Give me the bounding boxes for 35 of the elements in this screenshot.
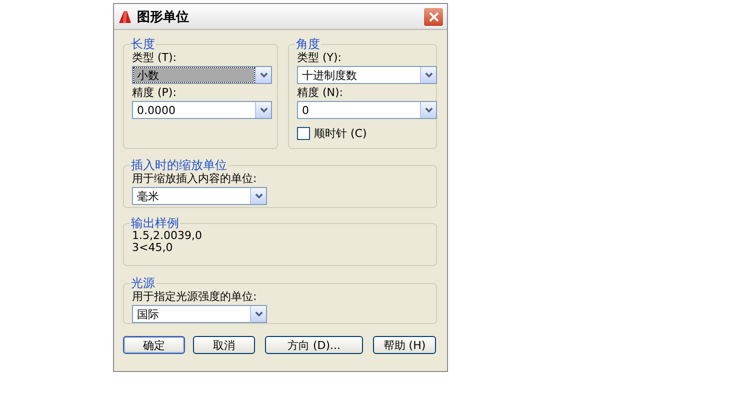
- group-title: 输出样例: [130, 216, 180, 230]
- group-title: 角度: [295, 37, 321, 51]
- group-title: 长度: [130, 37, 156, 51]
- caret-icon: [260, 72, 268, 78]
- close-icon: [428, 12, 438, 22]
- app-icon: [118, 10, 132, 24]
- dropdown-field[interactable]: 小数: [132, 66, 272, 84]
- field-label: 精度 (P):: [132, 86, 178, 100]
- field-label: 用于缩放插入内容的单位:: [132, 172, 258, 186]
- sample-text: 3<45,0: [132, 242, 174, 254]
- caret-icon: [424, 72, 432, 78]
- field-label: 类型 (T):: [132, 51, 178, 65]
- dialog-button[interactable]: 取消: [193, 336, 255, 354]
- sample-text: 1.5,2.0039,0: [132, 230, 203, 242]
- dropdown-field[interactable]: 十进制度数: [297, 66, 437, 84]
- caret-icon: [254, 311, 262, 317]
- dropdown-field[interactable]: 毫米: [132, 187, 267, 205]
- checkbox-label: 顺时针 (C): [314, 126, 367, 141]
- dropdown-field[interactable]: 国际: [132, 305, 267, 323]
- caret-icon: [260, 107, 268, 113]
- caret-icon: [254, 193, 262, 199]
- window-title: 图形单位: [137, 8, 190, 26]
- dialog-button[interactable]: 方向 (D)...: [265, 336, 363, 354]
- field-label: 精度 (N):: [297, 86, 344, 100]
- field-label: 类型 (Y):: [297, 51, 343, 65]
- close-button[interactable]: [423, 6, 444, 26]
- group-title: 光源: [130, 276, 156, 290]
- field-label: 用于指定光源强度的单位:: [132, 290, 258, 304]
- dialog-button[interactable]: 确定: [123, 336, 185, 354]
- dropdown-field[interactable]: 0: [297, 101, 437, 119]
- group-title: 插入时的缩放单位: [130, 158, 228, 172]
- dropdown-field[interactable]: 0.0000: [132, 101, 272, 119]
- dialog-button[interactable]: 帮助 (H): [373, 336, 436, 354]
- checkbox[interactable]: [297, 127, 310, 140]
- caret-icon: [424, 107, 432, 113]
